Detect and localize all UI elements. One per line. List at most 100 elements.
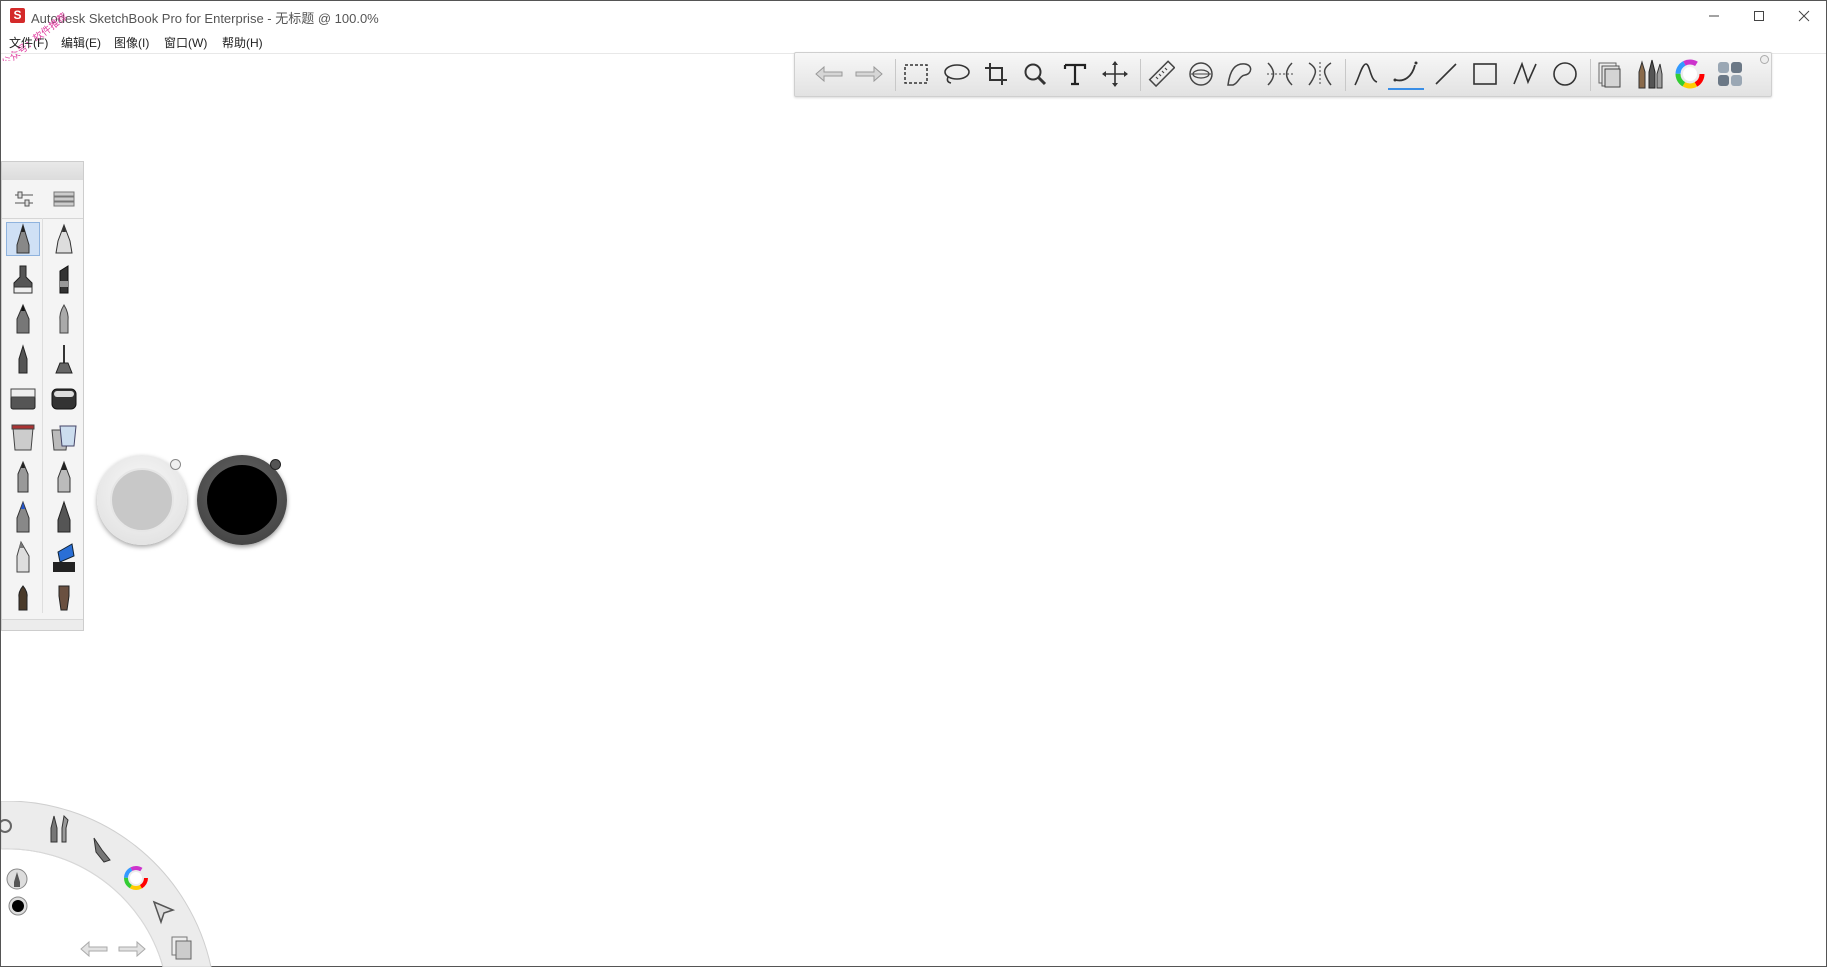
select-arrow-icon — [152, 900, 176, 925]
menu-window[interactable]: 窗口(W) — [164, 34, 207, 51]
polyline-icon — [1513, 61, 1537, 85]
steady-stroke-button[interactable] — [1348, 58, 1384, 90]
french-curve-icon — [1227, 63, 1252, 86]
copic-library-icon — [1718, 62, 1742, 86]
ruler-button[interactable] — [1143, 58, 1179, 90]
lasso-button[interactable] — [938, 58, 974, 90]
lagoon-menu — [1, 801, 216, 967]
menu-image[interactable]: 图像(I) — [114, 34, 149, 51]
color-wheel-icon — [1675, 59, 1705, 89]
brush-airbrush[interactable] — [47, 342, 81, 376]
ellipse-button[interactable] — [1547, 58, 1583, 90]
brush-library-icon — [53, 191, 75, 207]
zoom-button[interactable] — [1017, 58, 1053, 90]
move-icon — [1102, 61, 1128, 87]
rectangle-button[interactable] — [1467, 58, 1503, 90]
brush-fine-pen[interactable] — [6, 342, 40, 376]
line-icon — [1435, 63, 1457, 85]
brush-hard-eraser[interactable] — [6, 382, 40, 416]
brush-palette-header[interactable] — [2, 162, 83, 180]
brush-paint[interactable] — [47, 302, 81, 336]
color-swatch — [207, 465, 277, 535]
lagoon-color-wheel[interactable] — [121, 863, 151, 893]
menu-file[interactable]: 文件(F) — [9, 34, 48, 51]
size-opacity-swatch — [110, 468, 174, 532]
close-button[interactable] — [1781, 1, 1827, 31]
brush-paint-bucket[interactable] — [6, 420, 40, 454]
zoom-icon — [1024, 63, 1047, 86]
brush-gradient-fill[interactable] — [47, 420, 81, 454]
lagoon-tools[interactable] — [45, 813, 75, 845]
lagoon-undo[interactable] — [77, 937, 111, 961]
brush-icon — [93, 837, 111, 863]
gradient-fill-icon — [51, 425, 77, 451]
brush-ink-pen[interactable] — [6, 302, 40, 336]
lagoon-redo[interactable] — [115, 937, 149, 961]
color-puck[interactable] — [197, 455, 287, 545]
toolbar-corner-handle[interactable] — [1760, 55, 1769, 64]
brush-round[interactable] — [6, 580, 40, 614]
brush-blue-pen[interactable] — [6, 500, 40, 534]
crop-button[interactable] — [978, 58, 1014, 90]
marker-icon — [13, 265, 33, 294]
app-logo-icon: S — [10, 8, 25, 23]
minimize-button[interactable] — [1691, 1, 1737, 31]
brush-properties-button[interactable] — [10, 186, 38, 212]
layers-icon — [171, 936, 192, 960]
rect-select-button[interactable] — [898, 58, 934, 90]
puck-handle[interactable] — [170, 459, 181, 470]
lagoon-brush[interactable] — [87, 833, 117, 865]
undo-button[interactable] — [811, 58, 847, 90]
menu-help[interactable]: 帮助(H) — [222, 34, 263, 51]
size-opacity-puck[interactable] — [97, 455, 187, 545]
layers-button[interactable] — [1592, 58, 1628, 90]
brush-pencil[interactable] — [6, 222, 40, 256]
predictive-stroke-button[interactable] — [1388, 58, 1424, 90]
brush-highlighter[interactable] — [6, 540, 40, 574]
lagoon-current-color[interactable] — [7, 895, 29, 917]
redo-button[interactable] — [851, 58, 887, 90]
undo-icon — [80, 940, 108, 958]
color-wheel-icon — [124, 866, 148, 890]
puck-handle[interactable] — [270, 459, 281, 470]
brush-chisel-marker[interactable] — [47, 262, 81, 296]
brush-ballpoint[interactable] — [47, 222, 81, 256]
predictive-stroke-icon — [1393, 61, 1418, 82]
menu-edit[interactable]: 编辑(E) — [61, 34, 101, 51]
brushes-button[interactable] — [1632, 58, 1668, 90]
text-icon — [1063, 63, 1087, 86]
copic-library-button[interactable] — [1712, 58, 1748, 90]
pencil-brush-icon — [16, 223, 30, 254]
rectangle-icon — [1473, 63, 1497, 85]
text-button[interactable] — [1057, 58, 1093, 90]
maximize-icon — [1754, 11, 1764, 21]
symmetry-x-icon — [1267, 62, 1293, 86]
maximize-button[interactable] — [1736, 1, 1782, 31]
brush-marker[interactable] — [6, 262, 40, 296]
lagoon-current-brush[interactable] — [5, 867, 29, 891]
current-brush-icon — [6, 868, 28, 890]
main-toolbar — [794, 52, 1772, 97]
brush-flat[interactable] — [47, 580, 81, 614]
lagoon-select[interactable] — [149, 897, 179, 927]
line-button[interactable] — [1428, 58, 1464, 90]
brush-technical-pen[interactable] — [47, 500, 81, 534]
brush-blue-marker[interactable] — [47, 540, 81, 574]
round-brush-icon — [18, 585, 28, 611]
lagoon-layers[interactable] — [167, 933, 197, 963]
ellipse-guide-button[interactable] — [1183, 58, 1219, 90]
ink-pen-icon — [16, 303, 30, 334]
brush-soft-eraser[interactable] — [47, 382, 81, 416]
symmetry-x-button[interactable] — [1262, 58, 1298, 90]
technical-pen-icon — [57, 500, 71, 533]
brush-calligraphy[interactable] — [47, 460, 81, 494]
brush-felt-pen[interactable] — [6, 460, 40, 494]
brush-palette-footer[interactable] — [2, 619, 83, 630]
lagoon-settings[interactable] — [1, 815, 17, 837]
symmetry-y-button[interactable] — [1302, 58, 1338, 90]
color-wheel-button[interactable] — [1672, 58, 1708, 90]
french-curve-button[interactable] — [1222, 58, 1258, 90]
brush-library-button[interactable] — [50, 186, 78, 212]
move-button[interactable] — [1097, 58, 1133, 90]
polyline-button[interactable] — [1507, 58, 1543, 90]
